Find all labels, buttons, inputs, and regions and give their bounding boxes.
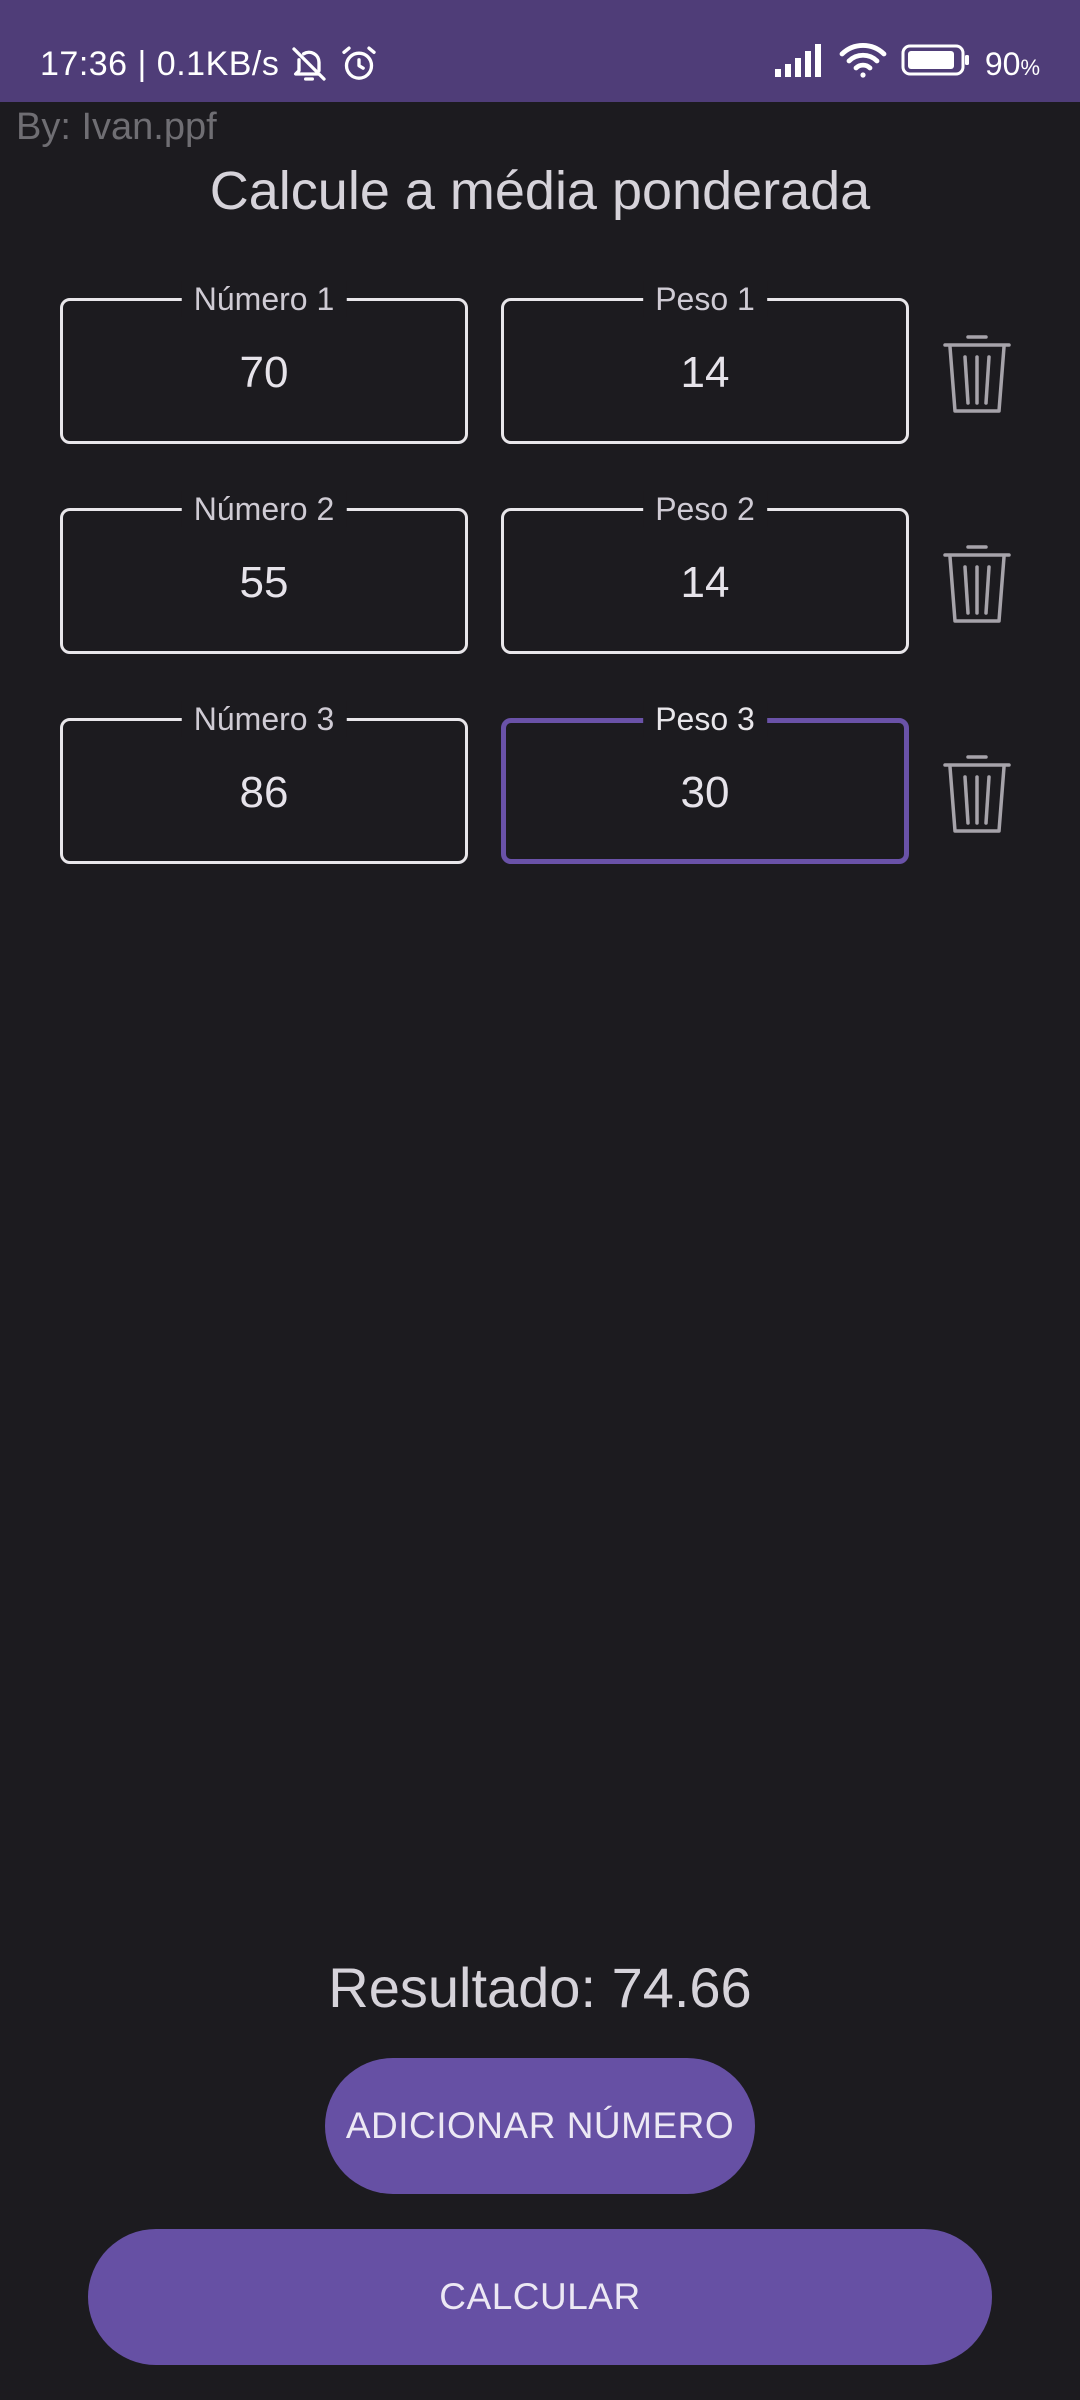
delete-row-3-icon[interactable] <box>937 748 1017 838</box>
alarm-icon <box>339 44 379 84</box>
author-credit: By: Ivan.ppf <box>16 106 217 148</box>
wifi-icon <box>839 41 887 87</box>
delete-row-2-icon[interactable] <box>937 538 1017 628</box>
status-right: 90% <box>774 0 1040 128</box>
weight-2-field[interactable]: Peso 2 14 <box>501 491 909 654</box>
battery-icon <box>901 43 971 85</box>
number-3-field[interactable]: Número 3 86 <box>60 701 468 864</box>
weight-3-field[interactable]: Peso 3 30 <box>501 701 909 864</box>
number-2-field[interactable]: Número 2 55 <box>60 491 468 654</box>
page-title: Calcule a média ponderada <box>209 161 871 221</box>
number-1-value: 70 <box>239 348 289 397</box>
bell-off-icon <box>289 44 329 84</box>
number-1-field[interactable]: Número 1 70 <box>60 281 468 444</box>
battery-percent: 90% <box>984 45 1040 82</box>
app-screen: 17:36 | 0.1KB/s 90% By: Ivan.ppf Calcule… <box>0 0 1080 2400</box>
calculate-button[interactable]: CALCULAR <box>88 2229 992 2365</box>
weight-1-value: 14 <box>680 348 730 397</box>
status-time-speed: 17:36 | 0.1KB/s <box>40 44 280 83</box>
number-2-value: 55 <box>239 558 289 607</box>
weight-2-value: 14 <box>680 558 730 607</box>
status-bar: 17:36 | 0.1KB/s 90% <box>0 0 1080 102</box>
number-3-value: 86 <box>239 768 289 817</box>
add-number-button[interactable]: ADICIONAR NÚMERO <box>325 2058 755 2194</box>
result-text: Resultado: 74.66 <box>328 1956 752 2019</box>
signal-icon <box>774 43 825 85</box>
weight-3-value: 30 <box>680 768 730 817</box>
weight-1-field[interactable]: Peso 1 14 <box>501 281 909 444</box>
delete-row-1-icon[interactable] <box>937 328 1017 418</box>
